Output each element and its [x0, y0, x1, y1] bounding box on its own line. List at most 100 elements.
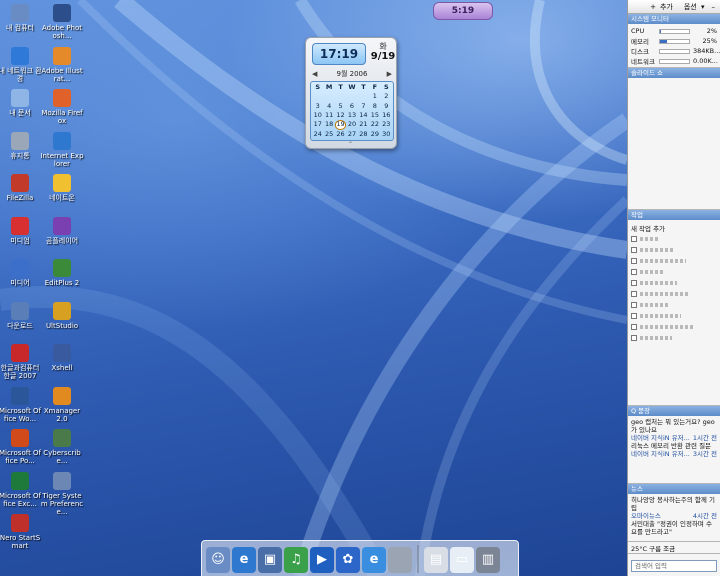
desktop-icon[interactable]: Tiger System Preference...	[40, 471, 84, 516]
desktop-icon[interactable]: Internet Explorer	[40, 131, 84, 168]
desktop-icon[interactable]: Microsoft Office Wo...	[0, 386, 42, 423]
task-row[interactable]	[631, 244, 717, 255]
calendar-day[interactable]: 11	[323, 111, 334, 120]
calendar-day[interactable]: 25	[323, 130, 334, 139]
calendar-day[interactable]: 26	[335, 130, 346, 139]
new-task-row[interactable]: 새 작업 추가	[631, 222, 717, 233]
calendar-day[interactable]: 7	[358, 102, 369, 111]
desktop-icon[interactable]: Cyberscribe...	[40, 429, 84, 465]
desktop-icon[interactable]: UltStudio	[40, 301, 84, 330]
task-checkbox[interactable]	[631, 323, 637, 330]
quicktime-icon[interactable]: ▶	[310, 547, 334, 573]
task-checkbox[interactable]	[631, 312, 637, 319]
calendar-day[interactable]: 8	[369, 102, 380, 111]
task-row[interactable]	[631, 233, 717, 244]
desktop-icon[interactable]: Xshell	[40, 344, 84, 372]
task-checkbox[interactable]	[631, 257, 637, 264]
calendar-day[interactable]: 9	[381, 102, 392, 111]
qa-question[interactable]: geo 캡처는 뭐 있는거요? geo가 있나요	[631, 418, 717, 434]
finder-icon[interactable]: ☺	[206, 547, 230, 573]
photo-album-icon[interactable]: ✿	[336, 547, 360, 573]
calendar-day[interactable]: 13	[346, 111, 357, 120]
qa-question[interactable]: 리눅스 메모리 반환 관련 질문	[631, 442, 717, 450]
trash-icon[interactable]: ▥	[476, 547, 500, 573]
task-row[interactable]	[631, 288, 717, 299]
calendar-day[interactable]: 24	[312, 130, 323, 139]
ie-blue-icon[interactable]: e	[362, 547, 386, 573]
calendar-day[interactable]: 23	[381, 120, 392, 129]
minimize-sidebar-button[interactable]: –	[710, 3, 718, 11]
calendar-day[interactable]: 27	[346, 130, 357, 139]
calendar-day[interactable]: 4	[323, 102, 334, 111]
desktop-icon[interactable]: 네이트온	[40, 174, 84, 202]
calendar-day[interactable]: 15	[369, 111, 380, 120]
task-row[interactable]	[631, 266, 717, 277]
calendar-day[interactable]: 2	[381, 92, 392, 101]
calendar-day[interactable]: 12	[335, 111, 346, 120]
music-note-icon[interactable]: ♫	[284, 547, 308, 573]
task-row[interactable]	[631, 277, 717, 288]
desktop-icon[interactable]: Nero StartSmart	[0, 514, 42, 550]
picture-icon[interactable]: ▣	[258, 547, 282, 573]
calendar-day[interactable]: 28	[358, 130, 369, 139]
task-row[interactable]	[631, 299, 717, 310]
desktop-icon[interactable]: Microsoft Office Po...	[0, 429, 42, 465]
sidebar-search-input[interactable]: 검색어 입력	[631, 560, 717, 572]
document-icon[interactable]: ▤	[424, 547, 448, 573]
desktop-icon[interactable]: 내 네트워크 환경	[0, 46, 42, 83]
calendar-day[interactable]: 3	[312, 102, 323, 111]
task-checkbox[interactable]	[631, 246, 637, 253]
date-calendar-widget[interactable]: 17:19 화 9/19 ◀ 9월 2006 ▶ SMTWTFS12345678…	[305, 37, 397, 149]
desktop-icon[interactable]: 휴지통	[0, 131, 42, 160]
desktop-icon[interactable]: 내 컴퓨터	[0, 4, 42, 32]
calendar-day[interactable]: 1	[369, 92, 380, 101]
task-row[interactable]	[631, 310, 717, 321]
desktop-icon[interactable]: 미디어	[0, 259, 42, 287]
desktop-icon[interactable]: Xmanager 2.0	[40, 386, 84, 423]
task-row[interactable]	[631, 255, 717, 266]
news-headline[interactable]: 히나앙앙 봉사하는주의 함께 기립	[631, 496, 717, 512]
desktop-icon[interactable]: Adobe Illustrat...	[40, 46, 84, 83]
calendar-day[interactable]: 10	[312, 111, 323, 120]
calendar-day[interactable]: 17	[312, 120, 323, 129]
options-button[interactable]: 옵션 ▾	[680, 2, 707, 12]
task-row[interactable]	[631, 332, 717, 343]
task-checkbox[interactable]	[631, 290, 637, 297]
calendar-day[interactable]: 14	[358, 111, 369, 120]
task-checkbox[interactable]	[631, 279, 637, 286]
calendar-day[interactable]: 20	[346, 120, 357, 129]
task-checkbox[interactable]	[631, 235, 637, 242]
desktop-icon[interactable]: 곰플레이어	[40, 216, 84, 245]
mini-clock-widget[interactable]: 5:19	[433, 2, 493, 20]
add-gadget-button[interactable]: + 추가	[646, 2, 677, 12]
apple-icon[interactable]	[388, 547, 412, 573]
window-preview-icon[interactable]: ▭	[450, 547, 474, 573]
collapse-grip-icon[interactable]: ⌃	[348, 141, 353, 148]
calendar-day[interactable]: 22	[369, 120, 380, 129]
calendar-day[interactable]: 16	[381, 111, 392, 120]
internet-explorer-icon[interactable]: e	[232, 547, 256, 573]
calendar-day[interactable]: 19	[334, 120, 347, 130]
desktop-icon[interactable]: Microsoft Office Exc...	[0, 471, 42, 508]
task-checkbox[interactable]	[631, 301, 637, 308]
desktop-icon[interactable]: 내 문서	[0, 89, 42, 117]
next-month-icon[interactable]: ▶	[387, 69, 392, 79]
calendar-day[interactable]: 21	[358, 120, 369, 129]
desktop-icon[interactable]: 미디엄	[0, 216, 42, 245]
task-checkbox[interactable]	[631, 334, 637, 341]
calendar-day[interactable]: 6	[346, 102, 357, 111]
calendar-day[interactable]: 18	[323, 120, 334, 129]
desktop-icon[interactable]: Adobe Photosh...	[40, 4, 84, 40]
desktop-icon[interactable]: 다운로드	[0, 301, 42, 330]
desktop-icon[interactable]: Mozilla Firefox	[40, 89, 84, 125]
desktop-icon[interactable]: FileZilla	[0, 174, 42, 202]
calendar-day[interactable]: 29	[369, 130, 380, 139]
prev-month-icon[interactable]: ◀	[312, 69, 317, 79]
task-checkbox[interactable]	[631, 268, 637, 275]
desktop-icon[interactable]: 한글과컴퓨터 한글 2007	[0, 344, 42, 380]
calendar-day[interactable]: 30	[381, 130, 392, 139]
task-row[interactable]	[631, 321, 717, 332]
news-headline[interactable]: 서민대출 "정권이 인정하며 수요를 만드라고"	[631, 520, 717, 536]
calendar-day[interactable]: 5	[335, 102, 346, 111]
desktop-icon[interactable]: EditPlus 2	[40, 259, 84, 287]
